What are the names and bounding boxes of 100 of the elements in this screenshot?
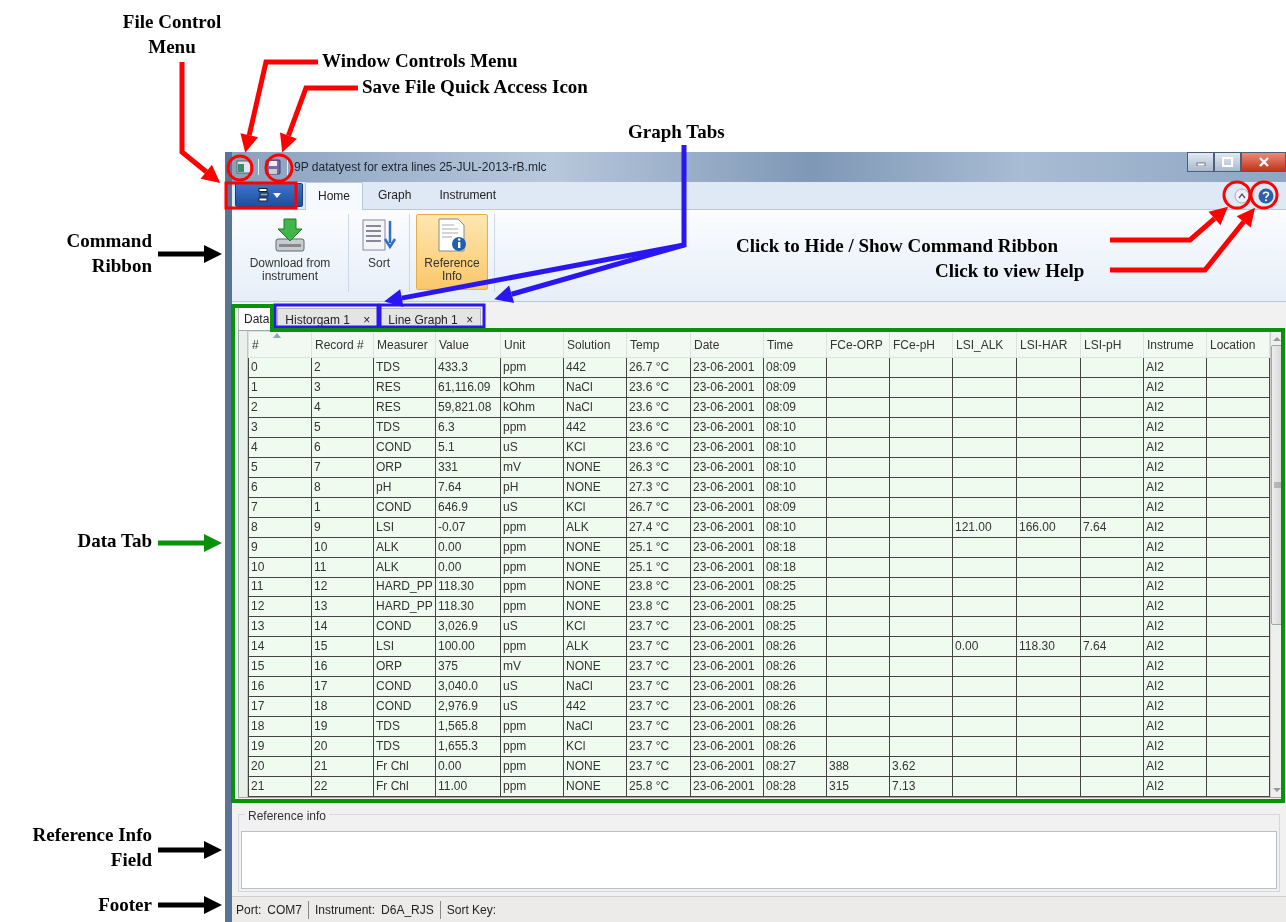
table-cell: 08:10 — [763, 417, 827, 438]
status-value: COM7 — [267, 901, 302, 919]
help-icon[interactable] — [1258, 187, 1274, 204]
table-cell: 23-06-2001 — [690, 756, 764, 777]
maximize-button[interactable] — [1214, 152, 1241, 172]
column-header[interactable]: Date — [690, 331, 764, 358]
table-cell: 1 — [248, 377, 312, 398]
window-icon[interactable] — [236, 159, 252, 175]
table-cell: 08:10 — [763, 477, 827, 498]
ribbon-tab[interactable]: Instrument — [426, 181, 510, 209]
ribbon-button[interactable]: Download from instrument — [238, 214, 342, 290]
table-cell: 23-06-2001 — [690, 397, 764, 418]
reference-info-field[interactable] — [241, 831, 1277, 889]
table-cell: ppm — [500, 776, 564, 797]
table-cell: 100.00 — [435, 636, 501, 657]
table-cell: 23.6 °C — [626, 437, 691, 458]
table-cell: COND — [373, 616, 436, 637]
column-header[interactable]: # — [248, 331, 312, 358]
table-cell: AI2 — [1143, 537, 1207, 558]
table-cell: pH — [500, 477, 564, 498]
annotation-label: Save File Quick Access Icon — [362, 75, 588, 99]
collapse-ribbon-icon[interactable] — [1234, 187, 1250, 204]
ribbon-tab[interactable]: Home — [305, 182, 363, 210]
annotation-label: Command Ribbon — [65, 229, 152, 278]
highlight-ring — [1249, 180, 1279, 210]
table-cell: AI2 — [1143, 596, 1207, 617]
table-cell: AI2 — [1143, 577, 1207, 597]
highlight-ring — [1222, 180, 1252, 210]
table-cell: 23-06-2001 — [690, 656, 764, 677]
table-cell: 23-06-2001 — [690, 676, 764, 697]
table-cell: ppm — [500, 736, 564, 757]
minimize-button[interactable] — [1187, 152, 1214, 172]
table-cell: NONE — [563, 577, 627, 597]
table-cell: 442 — [563, 357, 627, 378]
table-cell: 23-06-2001 — [690, 616, 764, 637]
table-cell: 1 — [311, 497, 374, 518]
download-drive-icon — [272, 217, 308, 253]
scroll-up-icon — [1273, 336, 1281, 342]
table-cell: 1,565.8 — [435, 716, 501, 737]
table-cell: kOhm — [500, 397, 564, 418]
table-cell: AI2 — [1143, 517, 1207, 538]
table-cell: 21 — [311, 756, 374, 777]
highlight-ring — [226, 154, 254, 182]
ribbon-button[interactable]: Sort — [355, 214, 403, 290]
tab-close-button[interactable]: × — [363, 310, 371, 329]
table-cell: 6.3 — [435, 417, 501, 438]
table-cell: 0.00 — [435, 756, 501, 777]
table-cell: 7 — [248, 497, 312, 518]
table-cell: NONE — [563, 776, 627, 797]
status-label: Instrument: — [315, 901, 376, 919]
table-cell: ppm — [500, 537, 564, 558]
table-cell: 23.8 °C — [626, 577, 691, 597]
table-cell: HARD_PP — [373, 577, 436, 597]
close-button[interactable] — [1241, 152, 1286, 172]
table-cell: LSI — [373, 517, 436, 538]
table-cell: COND — [373, 676, 436, 697]
table-cell: uS — [500, 696, 564, 717]
ribbon-button[interactable]: Reference Info — [416, 214, 488, 290]
table-cell: AI2 — [1143, 696, 1207, 717]
table-cell: 08:26 — [763, 656, 827, 677]
table-cell: 25.1 °C — [626, 537, 691, 558]
table-cell: pH — [373, 477, 436, 498]
separator — [286, 159, 289, 175]
tab-close-button[interactable]: × — [466, 310, 474, 329]
table-cell: 9 — [248, 537, 312, 558]
table-cell: 23-06-2001 — [690, 497, 764, 518]
table-cell: AI2 — [1143, 636, 1207, 657]
table-cell: kOhm — [500, 377, 564, 398]
table-cell: 10 — [248, 557, 312, 577]
annotation-label: Reference Info Field — [31, 823, 152, 872]
table-cell: 2 — [311, 357, 374, 378]
table-cell: 121.00 — [952, 517, 1017, 538]
table-cell: 61,116.09 — [435, 377, 501, 398]
table-cell: NONE — [563, 557, 627, 577]
ribbon-tab[interactable]: Graph — [365, 181, 425, 209]
table-cell: ALK — [373, 537, 436, 558]
table-cell: TDS — [373, 357, 436, 378]
table-cell: 14 — [311, 616, 374, 637]
table-cell: AI2 — [1143, 437, 1207, 458]
table-cell: 118.30 — [435, 577, 501, 597]
table-cell: AI2 — [1143, 656, 1207, 677]
annotation-label: Footer — [98, 893, 152, 917]
table-cell: 7.64 — [1080, 517, 1144, 538]
table-cell: COND — [373, 437, 436, 458]
table-cell: 23.7 °C — [626, 696, 691, 717]
highlight-ring — [264, 153, 294, 183]
table-cell: 23.6 °C — [626, 417, 691, 438]
table-cell: 388 — [826, 756, 890, 777]
table-cell: 6 — [248, 477, 312, 498]
table-cell: ppm — [500, 636, 564, 657]
table-cell: 3.62 — [889, 756, 953, 777]
table-cell: 11 — [311, 557, 374, 577]
maximize-icon — [1222, 157, 1233, 167]
table-cell: 27.4 °C — [626, 517, 691, 538]
table-cell: 7.13 — [889, 776, 953, 797]
table-cell: NONE — [563, 477, 627, 498]
table-cell: RES — [373, 397, 436, 418]
table-cell: 23.7 °C — [626, 736, 691, 757]
table-cell: ppm — [500, 577, 564, 597]
table-cell: 25.1 °C — [626, 557, 691, 577]
